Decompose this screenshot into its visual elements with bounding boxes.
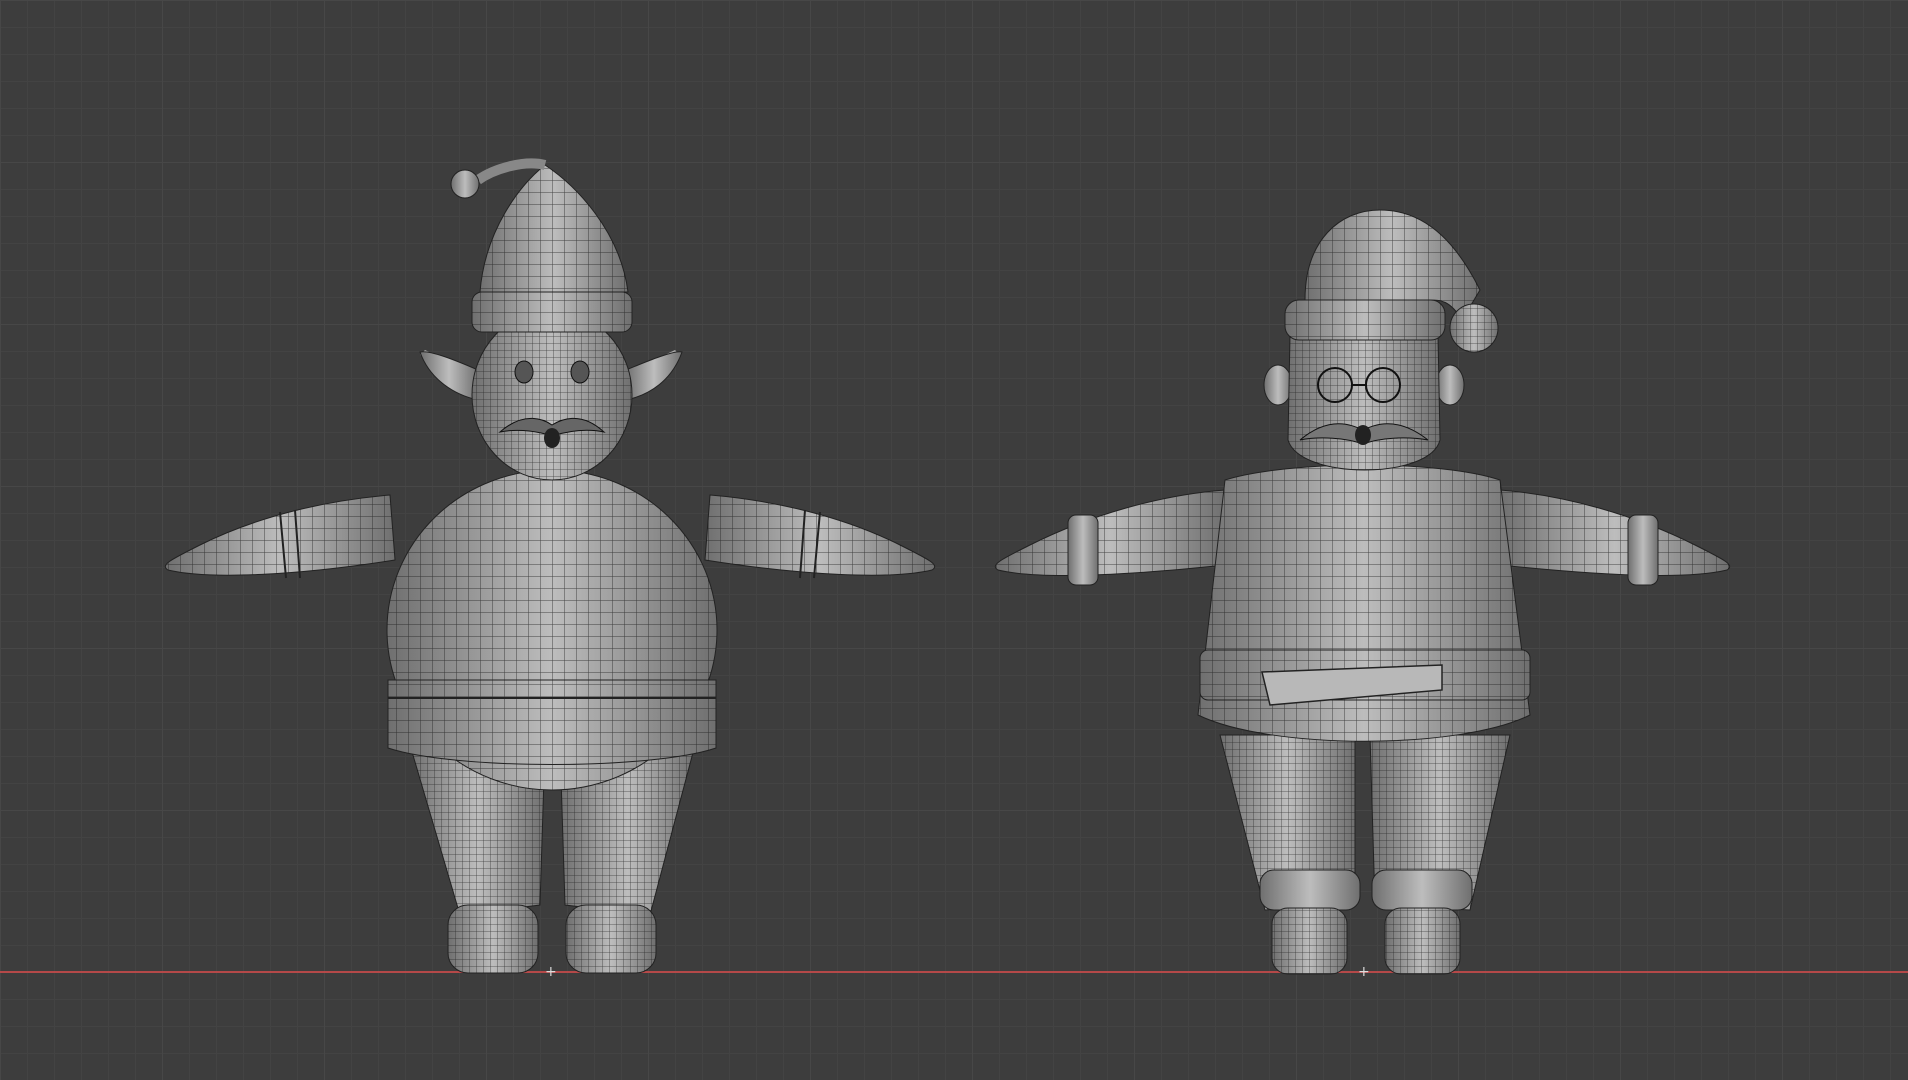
elf-head	[419, 309, 683, 481]
elf-character-mesh[interactable]	[164, 158, 936, 974]
elf-hat	[450, 158, 633, 333]
character-meshes[interactable]	[0, 0, 1908, 1080]
santa-torso	[1197, 464, 1531, 742]
elf-origin-marker: +	[545, 964, 557, 980]
santa-origin-marker: +	[1358, 964, 1370, 980]
3d-viewport[interactable]: + +	[0, 0, 1908, 1080]
santa-head	[1263, 334, 1465, 471]
santa-character-mesh[interactable]	[994, 209, 1731, 975]
santa-legs	[1219, 734, 1511, 975]
elf-torso	[386, 469, 718, 791]
santa-hat	[1284, 209, 1499, 353]
